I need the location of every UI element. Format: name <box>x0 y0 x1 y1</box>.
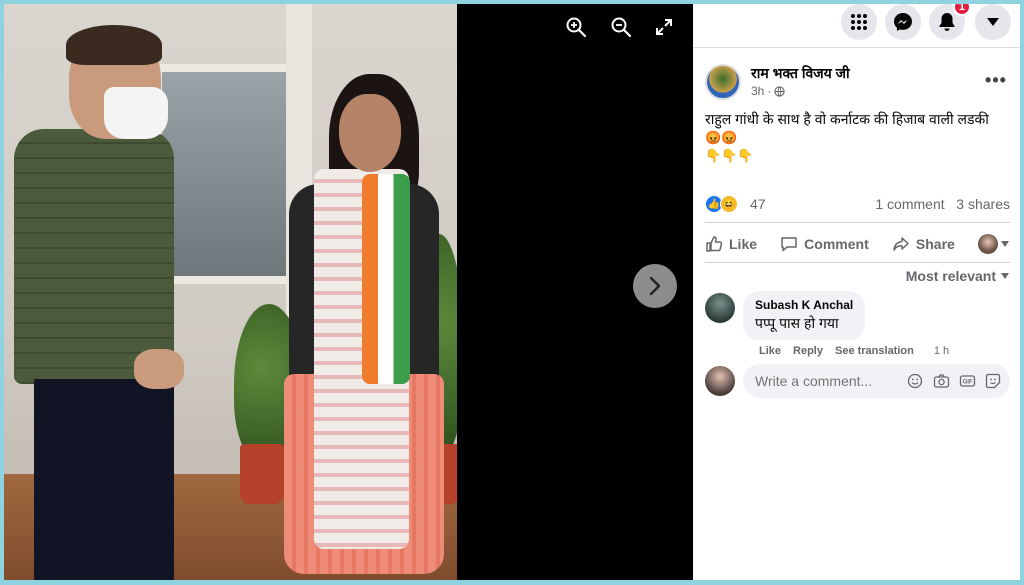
divider <box>705 222 1010 223</box>
author-name[interactable]: राम भक्त विजय जी <box>751 64 850 83</box>
haha-reaction-icon: 😆 <box>720 195 738 213</box>
post-emoji-line-1: 😡😡 <box>705 130 738 145</box>
comments-count[interactable]: 1 comment <box>875 196 944 212</box>
zoom-out-icon[interactable] <box>608 14 634 40</box>
see-translation-link[interactable]: See translation <box>835 345 914 357</box>
post-time[interactable]: 3h <box>751 84 764 98</box>
comment-reply-link[interactable]: Reply <box>793 345 823 357</box>
caret-down-icon <box>987 18 999 26</box>
reaction-icons[interactable]: 👍 😆 <box>705 195 738 213</box>
emoji-icon[interactable] <box>906 372 924 390</box>
post-text: राहुल गांधी के साथ है वो कर्नाटक की हिजा… <box>705 111 989 127</box>
comment-time[interactable]: 1 h <box>934 345 949 357</box>
share-button[interactable]: Share <box>892 235 955 253</box>
top-navigation: 1 <box>693 4 1020 48</box>
camera-icon[interactable] <box>932 372 950 390</box>
write-comment: GIF <box>705 364 1010 398</box>
comment-icon <box>781 237 797 252</box>
svg-text:GIF: GIF <box>962 380 972 386</box>
shares-count[interactable]: 3 shares <box>956 196 1010 212</box>
commenter-avatar[interactable] <box>705 293 735 323</box>
caret-down-icon <box>1000 241 1009 247</box>
post-header: राम भक्त विजय जी 3h · ••• <box>705 64 1010 104</box>
post-photo <box>4 4 457 580</box>
thumbs-up-icon <box>706 236 723 252</box>
comment-label: Comment <box>804 236 869 252</box>
reaction-summary: 👍 😆 47 1 comment 3 shares <box>705 194 1010 216</box>
comment-item: Subash K Anchal पप्पू पास हो गया Like Re… <box>705 291 1010 361</box>
bell-icon <box>939 13 955 31</box>
messenger-icon <box>894 13 912 31</box>
fullscreen-icon[interactable] <box>651 14 677 40</box>
comment-text: पप्पू पास हो गया <box>755 315 839 331</box>
next-photo-button[interactable] <box>633 264 677 308</box>
post-options-button[interactable]: ••• <box>982 68 1010 92</box>
post-meta: 3h · <box>751 84 785 98</box>
engagement-counts: 1 comment 3 shares <box>875 196 1010 212</box>
zoom-in-icon[interactable] <box>563 14 589 40</box>
account-menu-button[interactable] <box>975 4 1011 40</box>
notification-count-badge: 1 <box>952 4 971 16</box>
post-body: राहुल गांधी के साथ है वो कर्नाटक की हिजा… <box>705 109 1010 165</box>
messenger-button[interactable] <box>885 4 921 40</box>
comment-actions: Like Reply See translation 1 h <box>759 345 949 357</box>
comment-like-link[interactable]: Like <box>759 345 781 357</box>
like-label: Like <box>729 236 758 252</box>
reaction-count[interactable]: 47 <box>750 196 766 212</box>
comment-bubble: Subash K Anchal पप्पू पास हो गया <box>743 291 866 340</box>
post-emoji-line-2: 👇👇👇 <box>705 148 754 163</box>
photo-viewer: 1 राम भक्त विजय जी 3h · ••• राहुल गांधी … <box>4 4 1020 580</box>
caret-down-icon <box>1001 273 1009 279</box>
comment-sort-dropdown[interactable]: Most relevant <box>906 268 1010 284</box>
comment-button[interactable]: Comment <box>780 235 869 253</box>
post-panel: 1 राम भक्त विजय जी 3h · ••• राहुल गांधी … <box>693 4 1020 580</box>
notifications-button[interactable]: 1 <box>929 4 971 40</box>
divider <box>705 262 1010 263</box>
more-horizontal-icon: ••• <box>985 69 1007 90</box>
comment-input-tools: GIF <box>906 372 1002 390</box>
sticker-icon[interactable] <box>984 372 1002 390</box>
share-icon <box>893 237 909 251</box>
author-avatar[interactable] <box>705 64 741 100</box>
share-label: Share <box>915 236 955 252</box>
commenter-name[interactable]: Subash K Anchal <box>755 298 853 312</box>
menu-grid-button[interactable] <box>841 4 877 40</box>
viewer-avatar <box>705 366 735 396</box>
chevron-right-icon <box>649 276 661 296</box>
globe-icon <box>774 85 785 97</box>
post-as-selector[interactable] <box>977 234 1010 254</box>
like-button[interactable]: Like <box>705 235 757 253</box>
gif-icon[interactable]: GIF <box>958 372 976 390</box>
viewer-avatar <box>977 234 998 254</box>
post-actions: Like Comment Share <box>705 228 1010 260</box>
sort-label: Most relevant <box>905 268 996 284</box>
grid-icon <box>851 14 867 30</box>
